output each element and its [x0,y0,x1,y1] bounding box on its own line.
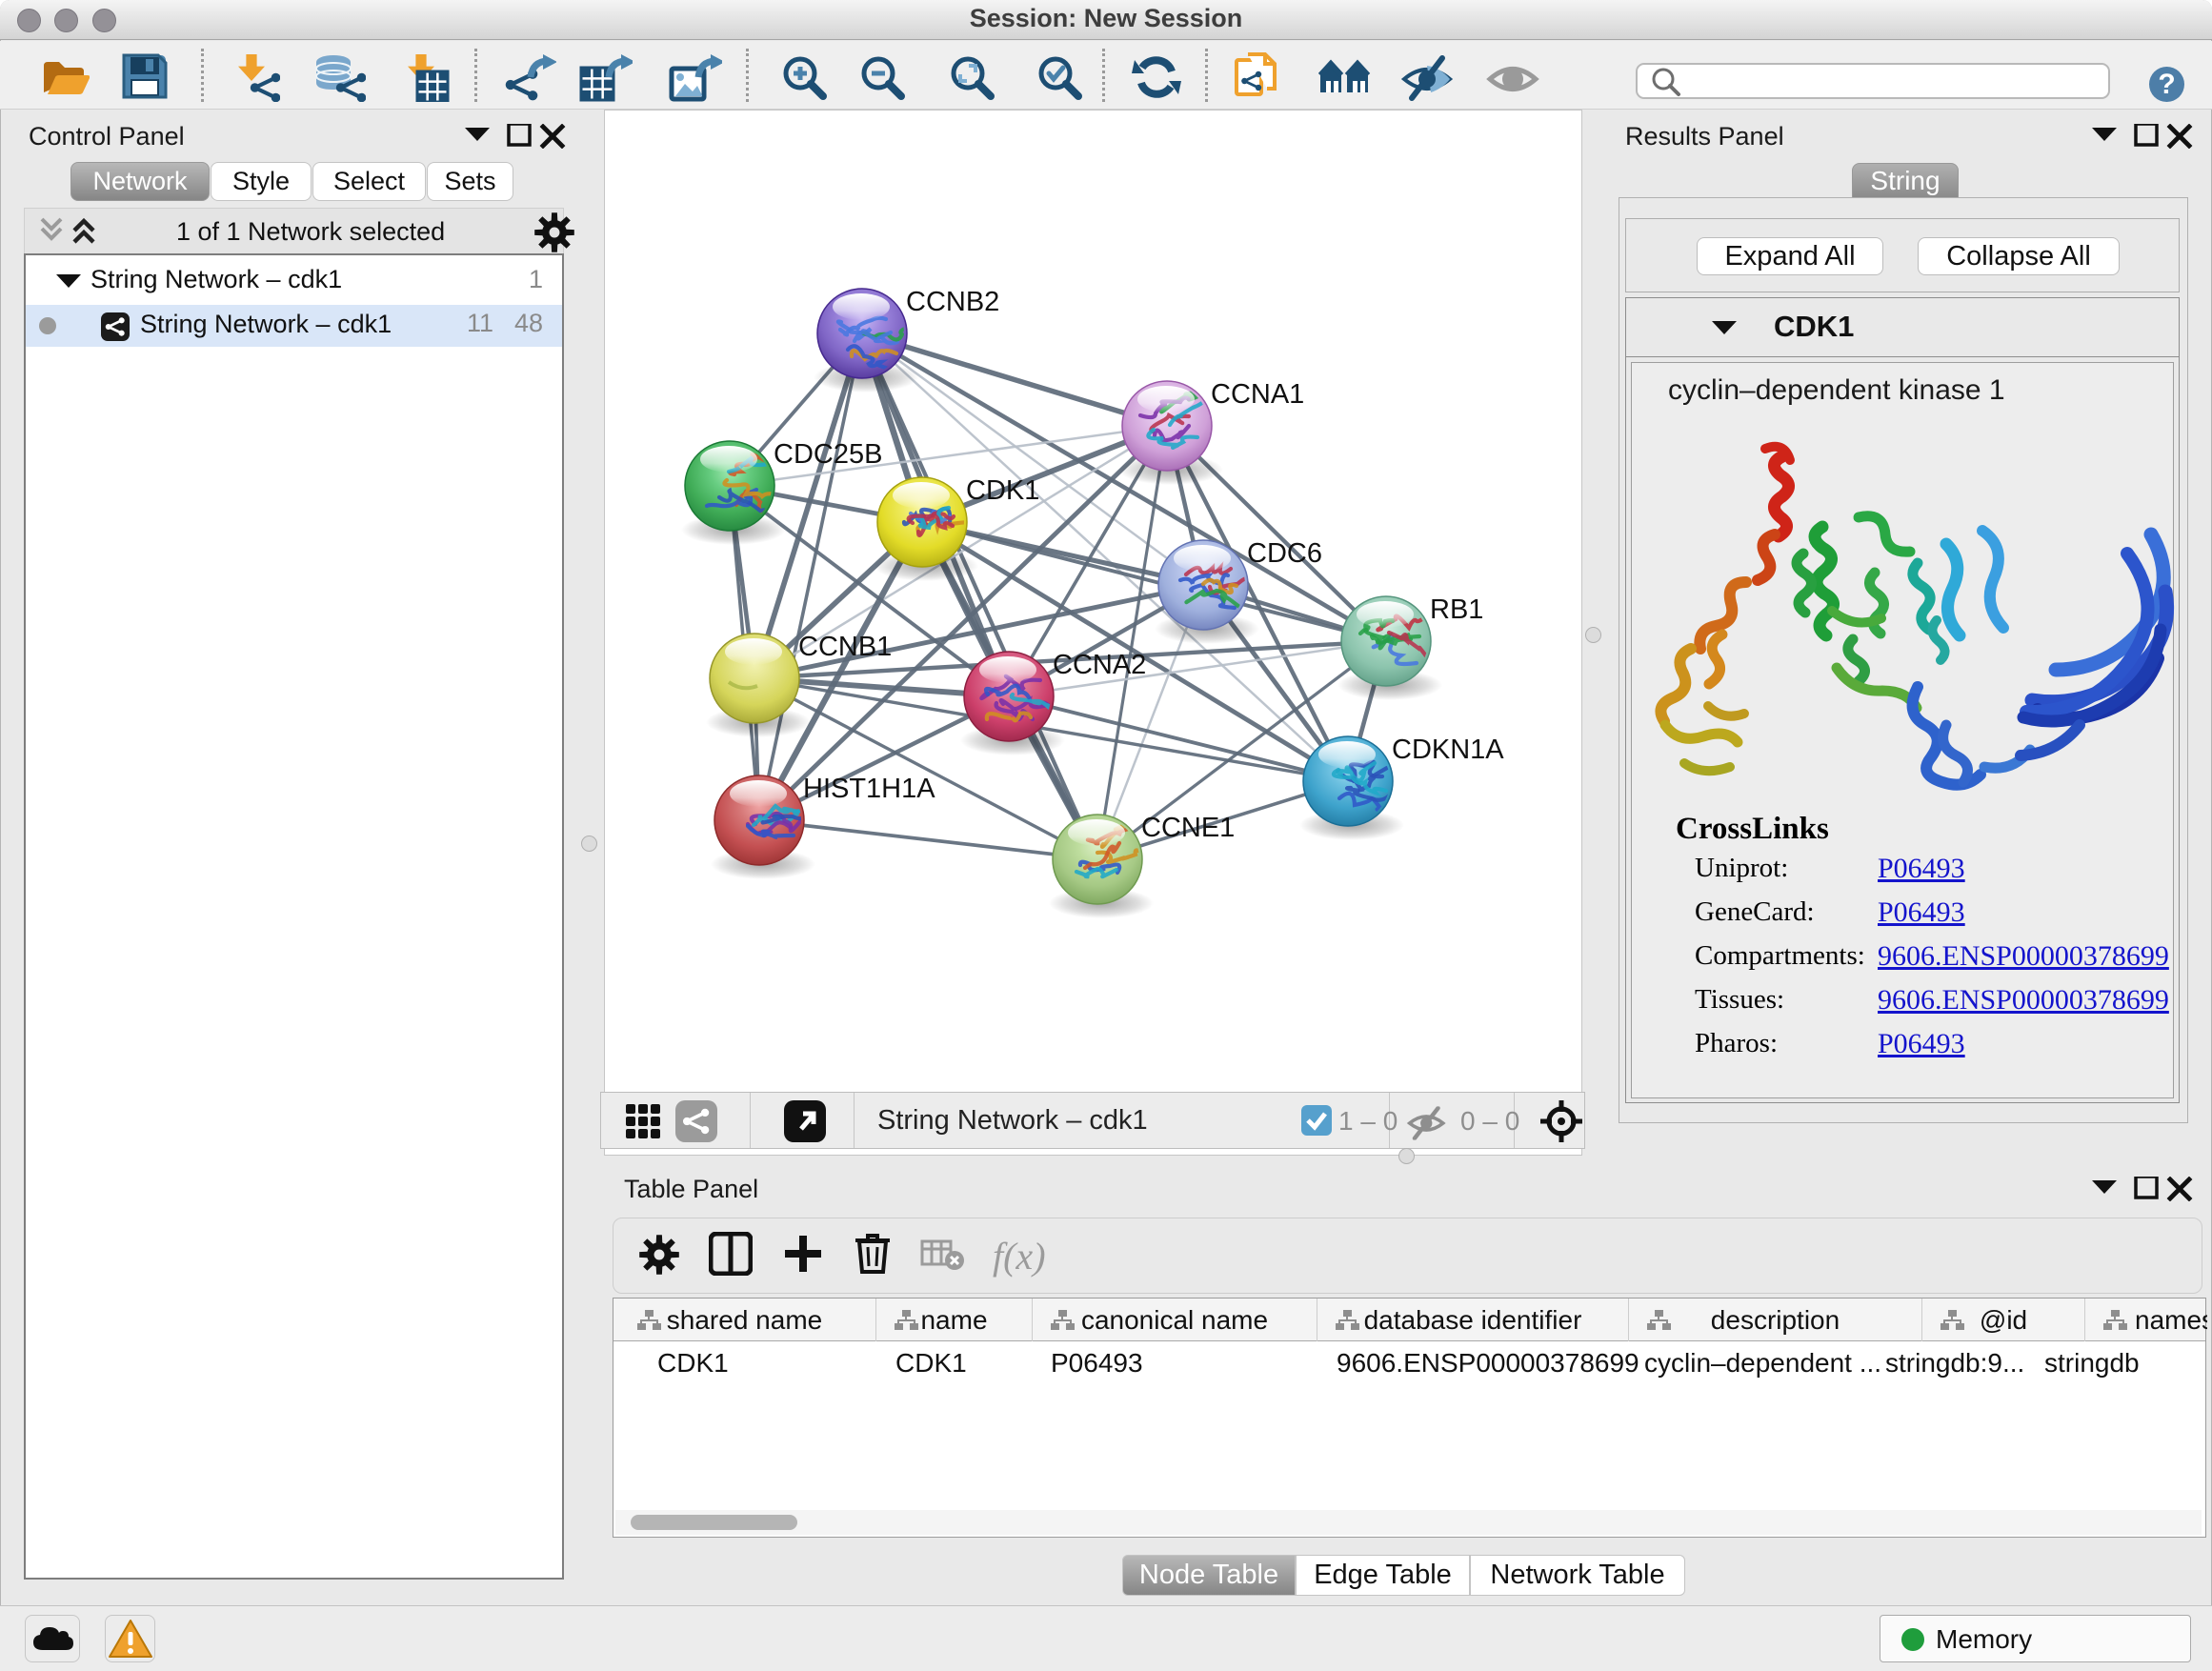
svg-text:CDKN1A: CDKN1A [1392,735,1504,765]
svg-text:CCNB2: CCNB2 [906,287,999,317]
svg-text:CCNE1: CCNE1 [1141,813,1235,843]
svg-text:CDC25B: CDC25B [774,439,882,470]
svg-text:CCNA1: CCNA1 [1211,379,1304,410]
svg-text:RB1: RB1 [1430,594,1483,625]
svg-text:HIST1H1A: HIST1H1A [803,774,935,804]
svg-text:CCNB1: CCNB1 [798,632,892,662]
svg-text:CDC6: CDC6 [1247,538,1322,569]
svg-text:CCNA2: CCNA2 [1053,650,1146,680]
svg-text:CDK1: CDK1 [966,475,1039,506]
